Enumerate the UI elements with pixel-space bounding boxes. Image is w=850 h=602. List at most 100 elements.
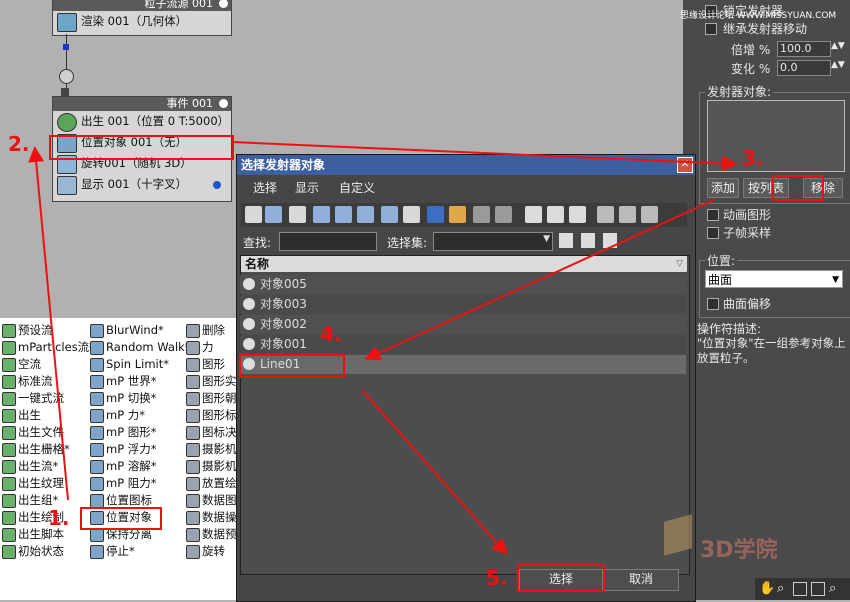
depot-item[interactable]: mP 世界*	[90, 373, 157, 389]
toolbar-filter-icon[interactable]	[473, 206, 490, 223]
menu-display[interactable]: 显示	[295, 179, 319, 196]
toolbar-filter-icon[interactable]	[289, 206, 306, 223]
dialog-title-bar[interactable]: 选择发射器对象 ✕	[237, 155, 695, 175]
toolbar-filter-icon[interactable]	[569, 206, 586, 223]
operator-birth[interactable]: 出生 001（位置 0 T:5000）	[53, 111, 231, 132]
depot-item-label: 预设流	[18, 323, 53, 337]
depot-item[interactable]: mP 阻力*	[90, 475, 157, 491]
depot-item[interactable]: mP 浮力*	[90, 441, 157, 457]
menu-select[interactable]: 选择	[253, 179, 277, 196]
toolbar-filter-icon[interactable]	[313, 206, 330, 223]
animated-shape-checkbox[interactable]	[707, 209, 719, 221]
depot-item[interactable]: 放置绘	[186, 475, 237, 491]
multiplier-input[interactable]: 100.0	[777, 41, 831, 57]
depot-item[interactable]: 预设流	[2, 322, 53, 338]
depot-item[interactable]: 图标决	[186, 424, 237, 440]
source-node[interactable]: 粒子流源 001 渲染 001（几何体）	[52, 0, 232, 36]
toolbar-filter-icon[interactable]	[245, 206, 262, 223]
depot-item[interactable]: mP 切换*	[90, 390, 157, 406]
depot-item[interactable]: 出生栅格*	[2, 441, 70, 457]
emitter-objects-list[interactable]	[707, 100, 845, 172]
operator-display[interactable]: 显示 001（十字叉）	[53, 174, 231, 195]
column-header-name[interactable]: 名称 ▽	[241, 256, 687, 272]
depot-item[interactable]: 出生流*	[2, 458, 58, 474]
zoom-icon[interactable]: ⌕	[777, 581, 784, 596]
inherit-motion-checkbox[interactable]	[705, 23, 717, 35]
depot-item[interactable]: 数据图	[186, 492, 237, 508]
depot-item[interactable]: mParticles流*	[2, 339, 95, 355]
menu-customize[interactable]: 自定义	[339, 179, 375, 196]
spinner-icon[interactable]: ▲▼	[831, 41, 845, 51]
depot-item[interactable]: 图形实	[186, 373, 237, 389]
depot-item[interactable]: 数据操	[186, 509, 237, 525]
connection-node[interactable]	[59, 69, 74, 84]
depot-item[interactable]: 出生	[2, 407, 41, 423]
subframe-sampling-checkbox[interactable]	[707, 227, 719, 239]
toolbar-filter-icon[interactable]	[495, 206, 512, 223]
zoom-region-icon[interactable]	[811, 582, 825, 596]
location-label: 位置:	[705, 252, 738, 269]
depot-item[interactable]: 标准流	[2, 373, 53, 389]
operator-icon	[90, 528, 104, 542]
selection-set-edit-icon[interactable]	[559, 233, 573, 248]
depot-item[interactable]: 图形	[186, 356, 225, 372]
toolbar-filter-icon[interactable]	[335, 206, 352, 223]
list-item[interactable]: 对象002	[240, 315, 686, 334]
close-icon[interactable]: ✕	[677, 157, 693, 173]
toolbar-filter-icon[interactable]	[265, 206, 282, 223]
toolbar-filter-icon[interactable]	[381, 206, 398, 223]
spinner-icon[interactable]: ▲▼	[831, 60, 845, 70]
depot-item[interactable]: BlurWind*	[90, 322, 164, 338]
highlight-by-list	[772, 175, 824, 201]
depot-item[interactable]: 图形朝	[186, 390, 237, 406]
pan-hand-icon[interactable]: ✋	[759, 581, 775, 596]
watermark: 思缘设计论坛 WWW.MISSYUAN.COM	[680, 11, 837, 21]
depot-item[interactable]: 位置图标	[90, 492, 152, 508]
depot-item[interactable]: 空流	[2, 356, 41, 372]
toolbar-filter-icon[interactable]	[357, 206, 374, 223]
toolbar-filter-icon[interactable]	[547, 206, 564, 223]
depot-item[interactable]: 摄影机	[186, 441, 237, 457]
selection-set-remove-icon[interactable]	[603, 233, 617, 248]
selection-set-add-icon[interactable]	[581, 233, 595, 248]
toolbar-filter-icon[interactable]	[525, 206, 542, 223]
output-socket[interactable]	[213, 181, 221, 189]
zoom-extents-icon[interactable]	[793, 582, 807, 596]
depot-item[interactable]: 停止*	[90, 543, 135, 559]
operator-icon	[2, 443, 16, 457]
depot-item[interactable]: mP 溶解*	[90, 458, 157, 474]
depot-item[interactable]: 一键式流	[2, 390, 64, 406]
list-item[interactable]: 对象003	[240, 295, 686, 314]
depot-item[interactable]: 删除	[186, 322, 225, 338]
surface-offset-checkbox[interactable]	[707, 298, 719, 310]
selection-set-dropdown[interactable]: ▼	[433, 232, 553, 251]
add-button[interactable]: 添加	[707, 178, 739, 198]
toolbar-filter-icon[interactable]	[619, 206, 636, 223]
list-item[interactable]: 对象001	[240, 335, 686, 354]
toolbar-filter-icon[interactable]	[403, 206, 420, 223]
cancel-button[interactable]: 取消	[603, 569, 679, 591]
depot-item[interactable]: 初始状态	[2, 543, 64, 559]
depot-item[interactable]: 摄影机	[186, 458, 237, 474]
depot-item[interactable]: Random Walk*	[90, 339, 191, 355]
depot-item[interactable]: mP 图形*	[90, 424, 157, 440]
toolbar-filter-icon[interactable]	[597, 206, 614, 223]
depot-item[interactable]: mP 力*	[90, 407, 145, 423]
variation-input[interactable]: 0.0	[777, 60, 831, 76]
depot-item[interactable]: 图形标	[186, 407, 237, 423]
location-dropdown[interactable]: 曲面 ▼	[705, 270, 843, 288]
toolbar-filter-icon[interactable]	[641, 206, 658, 223]
list-item[interactable]: 对象005	[240, 275, 686, 294]
find-input[interactable]	[279, 232, 377, 251]
toolbar-filter-icon[interactable]	[427, 206, 444, 223]
depot-item[interactable]: 出生纹理	[2, 475, 64, 491]
depot-item[interactable]: 力	[186, 339, 214, 355]
depot-item[interactable]: 旋转	[186, 543, 225, 559]
zoom-icon[interactable]: ⌕	[829, 581, 836, 596]
render-operator[interactable]: 渲染 001（几何体）	[53, 11, 231, 32]
event-input-socket[interactable]	[61, 88, 69, 96]
depot-item[interactable]: 出生文件	[2, 424, 64, 440]
depot-item[interactable]: 数据预	[186, 526, 237, 542]
toolbar-filter-icon[interactable]	[449, 206, 466, 223]
depot-item[interactable]: Spin Limit*	[90, 356, 169, 372]
